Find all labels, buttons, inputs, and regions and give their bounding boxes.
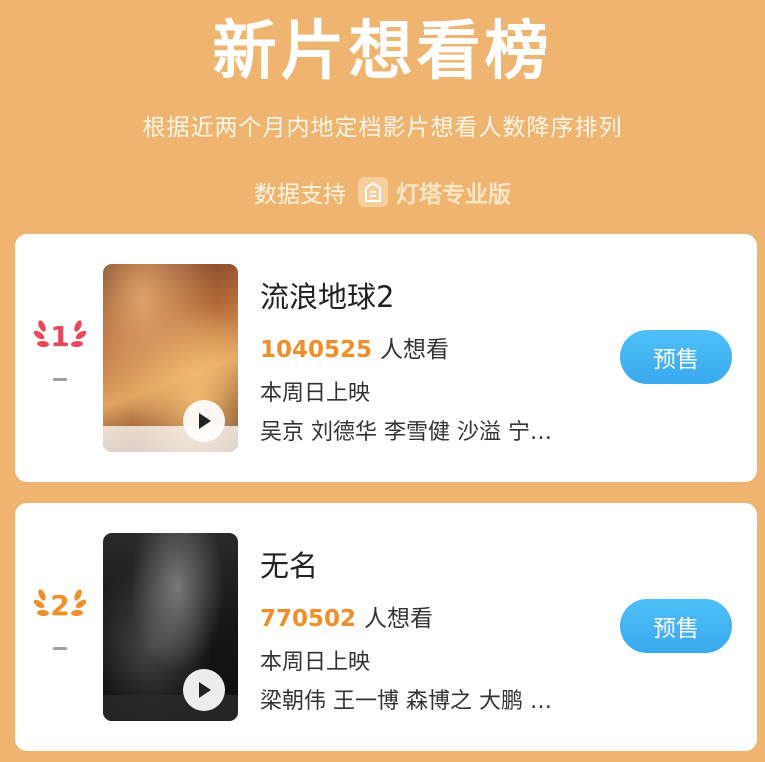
watermark: 泽眼看美洲 xyxy=(646,731,741,752)
want-count: 770502 xyxy=(260,606,357,632)
movie-title[interactable]: 无名 xyxy=(260,543,318,585)
want-label: 人想看 xyxy=(380,337,450,363)
play-icon[interactable] xyxy=(183,400,225,442)
laurel-rank-icon: 2 xyxy=(33,589,87,622)
movie-card[interactable]: 2 无名 770502 人想看 本周日上映 梁朝伟 王一博 森博之 大鹏 … 预售 xyxy=(15,503,757,751)
play-icon[interactable] xyxy=(183,669,225,711)
rank-number: 1 xyxy=(50,320,69,353)
movie-cast: 梁朝伟 王一博 森博之 大鹏 … xyxy=(260,689,552,714)
presale-button[interactable]: 预售 xyxy=(620,599,732,653)
support-brand: 灯塔专业版 xyxy=(396,182,511,208)
support-label: 数据支持 xyxy=(254,182,346,208)
presale-button[interactable]: 预售 xyxy=(620,330,732,384)
want-to-watch: 770502 人想看 xyxy=(260,599,433,633)
dengta-logo-icon xyxy=(358,177,388,207)
rank-badge: 2 xyxy=(27,585,93,650)
want-to-watch: 1040525 人想看 xyxy=(260,330,449,364)
release-date: 本周日上映 xyxy=(260,650,371,675)
laurel-rank-icon: 1 xyxy=(33,320,87,353)
rank-number: 2 xyxy=(50,589,69,622)
movie-card[interactable]: 1 流浪地球2 1040525 人想看 本周日上映 吴京 刘德华 李雪健 沙溢 宁… xyxy=(15,234,757,482)
movie-poster[interactable] xyxy=(103,533,238,721)
want-count: 1040525 xyxy=(260,337,373,363)
movie-title[interactable]: 流浪地球2 xyxy=(260,274,394,316)
movie-cast: 吴京 刘德华 李雪健 沙溢 宁… xyxy=(260,420,552,445)
page-subtitle: 根据近两个月内地定档影片想看人数降序排列 xyxy=(142,115,623,141)
rank-change-icon xyxy=(53,647,67,650)
data-support: 数据支持 灯塔专业版 xyxy=(0,175,765,209)
rank-badge: 1 xyxy=(27,316,93,381)
page-title: 新片想看榜 xyxy=(212,15,553,89)
rank-change-icon xyxy=(53,378,67,381)
release-date: 本周日上映 xyxy=(260,381,371,406)
movie-poster[interactable] xyxy=(103,264,238,452)
want-label: 人想看 xyxy=(364,606,434,632)
